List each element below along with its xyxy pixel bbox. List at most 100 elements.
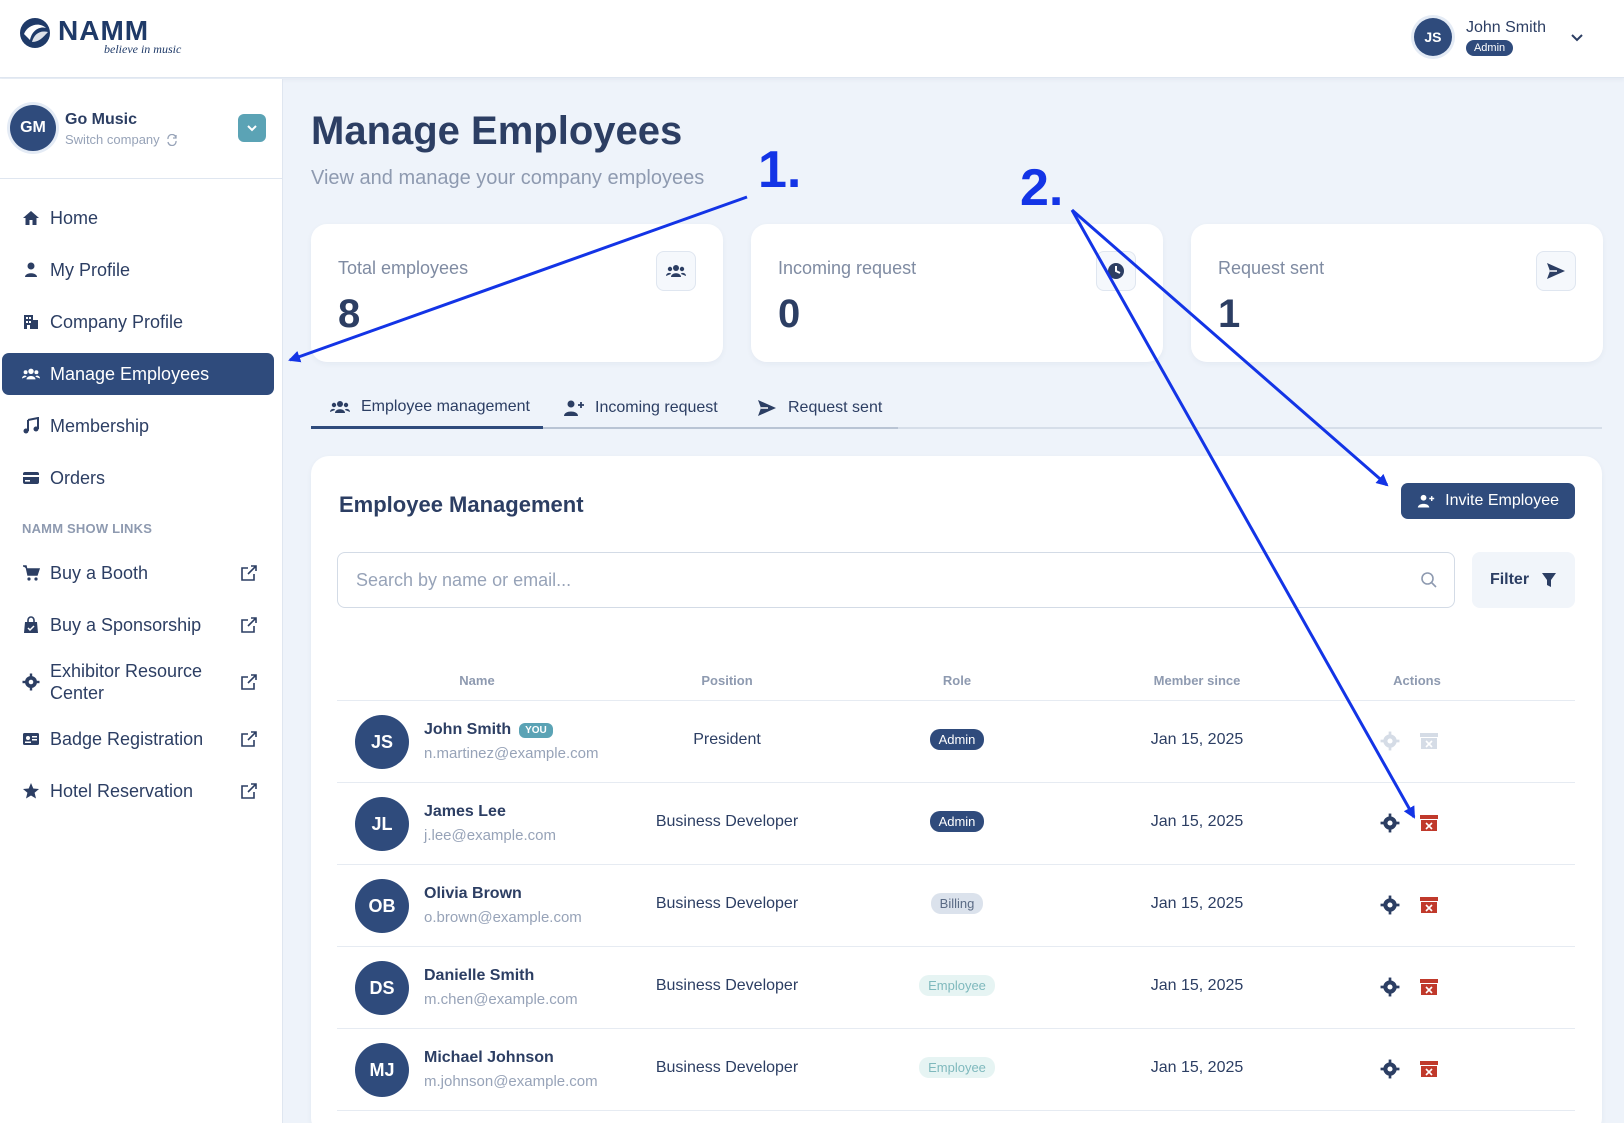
send-icon <box>756 398 778 418</box>
column-header-position: Position <box>701 673 753 688</box>
gear-icon <box>22 673 40 691</box>
user-name: John Smith <box>1465 18 1546 36</box>
sidebar-item-label: Home <box>50 207 99 228</box>
delete-archive-icon[interactable] <box>1419 1059 1439 1079</box>
tab-label: Employee management <box>361 397 530 415</box>
stat-card-total-employees: Total employees 8 <box>311 224 723 362</box>
employee-name: James Lee <box>424 803 506 820</box>
sidebar-link-label: Buy a Booth <box>50 562 149 583</box>
employee-name: Olivia Brown <box>424 885 522 902</box>
member-since: Jan 15, 2025 <box>1150 1059 1244 1076</box>
employee-position: Business Developer <box>655 895 799 912</box>
page-title: Manage Employees <box>311 109 683 153</box>
external-link-icon <box>241 617 257 633</box>
employee-position: Business Developer <box>655 813 799 830</box>
page-subtitle: View and manage your company employees <box>311 167 705 189</box>
employee-name-text: John Smith <box>424 721 512 738</box>
column-header-member-since: Member since <box>1153 673 1241 688</box>
stat-label: Request sent <box>1218 258 1325 278</box>
users-icon <box>22 365 40 383</box>
avatar: MJ <box>355 1043 409 1097</box>
sidebar-item-company-profile[interactable]: Company Profile <box>2 301 274 343</box>
tab-incoming-request[interactable]: Incoming request <box>563 387 718 429</box>
sidebar-item-label: My Profile <box>50 259 131 280</box>
switch-company-link[interactable]: Switch company <box>65 132 178 147</box>
star-icon <box>22 782 40 800</box>
column-header-actions: Actions <box>1393 673 1441 688</box>
logo-tagline: believe in music <box>104 42 182 56</box>
stat-label: Incoming request <box>778 258 917 278</box>
users-icon <box>656 251 696 291</box>
filter-button[interactable]: Filter <box>1472 552 1575 608</box>
building-icon <box>22 313 40 331</box>
tab-label: Incoming request <box>595 399 718 416</box>
user-menu[interactable]: JS John Smith Admin <box>1413 18 1584 56</box>
settings-gear-icon <box>1380 731 1400 751</box>
employee-position: President <box>693 731 761 748</box>
panel-title: Employee Management <box>339 492 584 517</box>
chevron-down-icon[interactable] <box>1570 30 1584 44</box>
table-row: JL James Lee j.lee@example.com Business … <box>337 783 1575 865</box>
role-badge: Admin <box>929 811 985 832</box>
sidebar-item-home[interactable]: Home <box>2 197 274 239</box>
avatar: JL <box>355 797 409 851</box>
sidebar-link-label: Badge Registration <box>50 728 204 749</box>
member-since: Jan 15, 2025 <box>1150 977 1244 994</box>
employee-email: j.lee@example.com <box>424 827 556 844</box>
employee-name: Michael Johnson <box>424 1049 554 1066</box>
sidebar-link-badge-registration[interactable]: Badge Registration <box>2 718 274 760</box>
delete-archive-icon[interactable] <box>1419 813 1439 833</box>
switch-company-label: Switch company <box>65 132 160 147</box>
tab-employee-management[interactable]: Employee management <box>311 387 543 429</box>
stat-card-incoming-request: Incoming request 0 <box>751 224 1163 362</box>
tab-request-sent[interactable]: Request sent <box>756 387 882 429</box>
tab-bar: Employee management Incoming request Req… <box>311 387 1602 429</box>
home-icon <box>22 209 40 227</box>
sidebar-link-label: Buy a Sponsorship <box>50 614 202 635</box>
role-badge: Employee <box>919 975 995 996</box>
sidebar-item-label: Membership <box>50 415 150 436</box>
cart-icon <box>22 564 40 582</box>
company-dropdown-button[interactable] <box>238 114 266 142</box>
stat-card-request-sent: Request sent 1 <box>1191 224 1603 362</box>
user-icon <box>22 261 40 279</box>
sidebar-item-label: Company Profile <box>50 311 184 332</box>
sidebar-link-hotel-reservation[interactable]: Hotel Reservation <box>2 770 274 812</box>
delete-archive-icon[interactable] <box>1419 977 1439 997</box>
company-avatar: GM <box>10 105 56 151</box>
stat-label: Total employees <box>338 258 469 278</box>
sidebar-item-manage-employees[interactable]: Manage Employees <box>2 353 274 395</box>
namm-logo-mark-icon <box>20 18 50 48</box>
stat-value: 0 <box>778 292 801 336</box>
user-avatar: JS <box>1413 18 1452 56</box>
sidebar-item-label: Manage Employees <box>50 363 210 384</box>
company-switcher: GM Go Music Switch company <box>0 79 282 179</box>
settings-gear-icon[interactable] <box>1380 1059 1400 1079</box>
delete-archive-icon[interactable] <box>1419 895 1439 915</box>
sidebar-link-exhibitor-resource-center[interactable]: Exhibitor Resource Center <box>2 656 274 708</box>
role-badge: Billing <box>930 893 984 914</box>
filter-label: Filter <box>1489 571 1530 588</box>
settings-gear-icon[interactable] <box>1380 977 1400 997</box>
invite-employee-button[interactable]: Invite Employee <box>1401 483 1575 519</box>
employee-email: o.brown@example.com <box>424 909 582 926</box>
employee-management-panel: Employee Management Invite Employee Sear… <box>311 456 1602 1123</box>
member-since: Jan 15, 2025 <box>1150 813 1244 830</box>
sidebar-item-my-profile[interactable]: My Profile <box>2 249 274 291</box>
sidebar-link-label: Hotel Reservation <box>50 780 194 801</box>
settings-gear-icon[interactable] <box>1380 895 1400 915</box>
sidebar-item-membership[interactable]: Membership <box>2 405 274 447</box>
sidebar-link-buy-a-sponsorship[interactable]: Buy a Sponsorship <box>2 604 274 646</box>
sidebar-link-buy-a-booth[interactable]: Buy a Booth <box>2 552 274 594</box>
role-badge: Employee <box>919 1057 995 1078</box>
external-link-icon <box>241 565 257 581</box>
settings-gear-icon[interactable] <box>1380 813 1400 833</box>
filter-icon <box>1542 573 1557 587</box>
search-input[interactable]: Search by name or email... <box>337 552 1455 608</box>
bag-icon <box>22 616 40 634</box>
sidebar-item-orders[interactable]: Orders <box>2 457 274 499</box>
table-row: OB Olivia Brown o.brown@example.com Busi… <box>337 865 1575 947</box>
employee-name: Danielle Smith <box>424 967 535 984</box>
namm-logo[interactable]: NAMM believe in music <box>18 16 181 57</box>
column-header-name: Name <box>459 673 495 688</box>
